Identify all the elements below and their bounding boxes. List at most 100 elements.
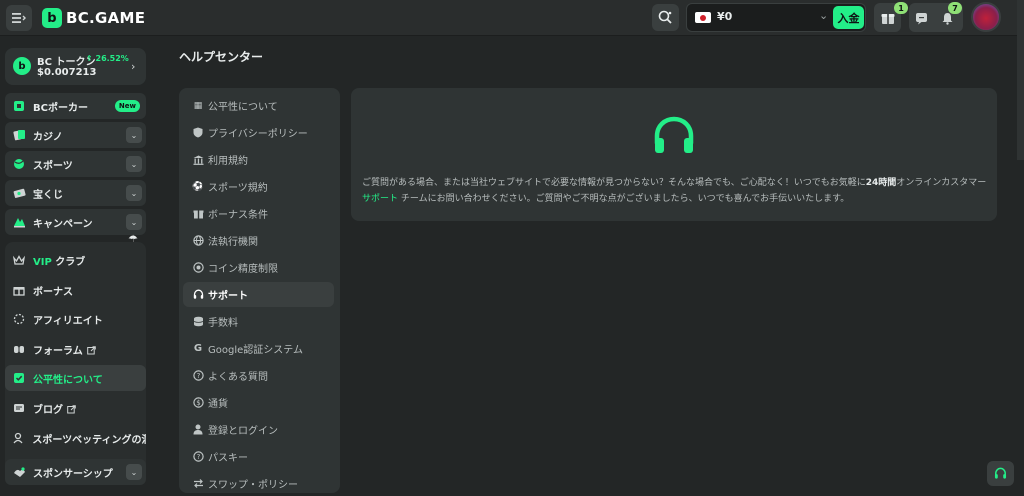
sidebar-item-sports[interactable]: スポーツ ⌄	[5, 151, 146, 177]
svg-text:$: $	[196, 399, 200, 407]
sidebar-item-label: スポーツ	[33, 160, 73, 172]
nav-item-label: Google認証システム	[208, 345, 303, 356]
search-button[interactable]	[652, 4, 679, 31]
sidebar: b BC トークン ⇑ 26.52% $0.007213 › BCポーカー Ne…	[0, 37, 152, 493]
sidebar-item-bonus[interactable]: ボーナス	[5, 277, 146, 303]
sidebar-item-sports-betting-insights[interactable]: スポーツベッティングの洞	[5, 425, 146, 451]
sidebar-item-lottery[interactable]: 宝くじ ⌄	[5, 180, 146, 206]
sidebar-item-vip-club[interactable]: VIP クラブ	[5, 247, 146, 273]
insights-icon	[12, 431, 25, 445]
nav-item-label: プライバシーポリシー	[208, 129, 308, 140]
nav-item-label: コイン精度制限	[208, 264, 278, 275]
fairness-icon	[12, 371, 26, 385]
nav-item-fairness[interactable]: ▦ 公平性について	[183, 93, 334, 118]
campaign-icon	[12, 215, 26, 229]
sidebar-item-bc-poker[interactable]: BCポーカー New	[5, 93, 146, 119]
deposit-button[interactable]: 入金	[833, 6, 864, 29]
nav-item-google-authenticator[interactable]: G Google認証システム	[183, 336, 334, 361]
vip-club-text: クラブ	[51, 256, 86, 268]
sidebar-item-label: カジノ	[33, 131, 63, 143]
support-text-part: チームにお問い合わせください。ご質問やご不明な点がございましたら、いつでも喜んで…	[398, 194, 850, 204]
wallet-selector[interactable]: ¥0 ⌄ 入金	[686, 3, 866, 32]
sidebar-item-forum[interactable]: フォーラム	[5, 336, 146, 362]
shield-icon	[192, 127, 204, 139]
support-text-24h: 24時間	[865, 178, 897, 188]
fairness-icon: ▦	[193, 100, 203, 111]
nav-item-fees[interactable]: 手数料	[183, 309, 334, 334]
nav-item-label: 法執行機関	[208, 237, 258, 248]
coin-icon	[192, 262, 204, 274]
soccer-ball-icon: ⚽	[192, 181, 204, 192]
menu-toggle-button[interactable]	[6, 5, 32, 31]
bc-token-icon: b	[13, 57, 31, 75]
gift-icon	[881, 13, 894, 24]
sidebar-item-campaign[interactable]: キャンペーン ⌄	[5, 209, 146, 235]
nav-item-label: パスキー	[208, 453, 248, 464]
svg-text:?: ?	[196, 372, 200, 380]
sidebar-item-label: スポンサーシップ	[33, 468, 113, 480]
sidebar-item-label: フォーラム	[33, 345, 83, 357]
logo-text: BC.GAME	[66, 9, 146, 27]
affiliate-icon	[12, 312, 26, 326]
nav-item-privacy-policy[interactable]: プライバシーポリシー	[183, 120, 334, 145]
svg-text:?: ?	[196, 453, 200, 461]
chevron-down-icon[interactable]: ⌄	[126, 185, 142, 201]
page-scrollbar[interactable]	[1017, 0, 1024, 160]
sidebar-item-label: BCポーカー	[33, 102, 88, 114]
gift-icon	[192, 208, 204, 220]
nav-item-label: スポーツ規約	[208, 183, 268, 194]
sidebar-item-fairness[interactable]: 公平性について	[5, 365, 146, 391]
bc-token-card[interactable]: b BC トークン ⇑ 26.52% $0.007213 ›	[5, 48, 146, 85]
nav-item-label: 公平性について	[208, 102, 278, 113]
nav-item-law-enforcement[interactable]: 法執行機関	[183, 228, 334, 253]
help-center-nav: ▦ 公平性について プライバシーポリシー 利用規約 ⚽ スポーツ規約 ボーナス条…	[179, 88, 340, 493]
nav-item-sports-terms[interactable]: ⚽ スポーツ規約	[183, 174, 334, 199]
sidebar-item-blog[interactable]: ブログ	[5, 395, 146, 421]
nav-item-support[interactable]: サポート	[183, 282, 334, 307]
nav-item-passkey[interactable]: ? パスキー	[183, 444, 334, 469]
chevron-down-icon[interactable]: ⌄	[126, 464, 142, 480]
bc-game-logo[interactable]: b BC.GAME	[42, 8, 145, 28]
support-description: ご質問がある場合、または当社ウェブサイトで必要な情報が見つからない？そんな場合で…	[362, 175, 987, 207]
nav-item-terms[interactable]: 利用規約	[183, 147, 334, 172]
sponsorship-icon	[12, 465, 26, 479]
chat-button[interactable]	[915, 10, 928, 29]
nav-item-label: サポート	[208, 291, 248, 302]
chevron-down-icon[interactable]: ⌄	[126, 156, 142, 172]
support-text-part: ご質問がある場合、または当社ウェブサイトで必要な情報が見つからない？そんな場合で…	[362, 178, 866, 188]
new-badge: New	[114, 100, 140, 112]
google-icon: G	[193, 343, 203, 354]
external-link-icon	[67, 399, 76, 418]
nav-item-bonus-terms[interactable]: ボーナス条件	[183, 201, 334, 226]
gift-count-badge: 1	[894, 2, 908, 14]
chevron-down-icon[interactable]: ⌄	[819, 9, 828, 22]
user-avatar[interactable]	[971, 2, 1001, 32]
chevron-down-icon[interactable]: ⌄	[126, 127, 142, 143]
sports-ball-icon	[12, 157, 26, 171]
sidebar-item-label: 公平性について	[33, 374, 103, 386]
nav-item-currency[interactable]: $ 通貨	[183, 390, 334, 415]
headset-icon	[192, 289, 204, 301]
japan-flag-icon	[695, 12, 711, 23]
sidebar-item-casino[interactable]: カジノ ⌄	[5, 122, 146, 148]
nav-item-register-login[interactable]: 登録とログイン	[183, 417, 334, 442]
blog-icon	[12, 401, 26, 415]
page-title: ヘルプセンター	[179, 50, 264, 64]
nav-item-faq[interactable]: ? よくある質問	[183, 363, 334, 388]
sidebar-item-label: VIP クラブ	[33, 253, 85, 268]
support-link[interactable]: サポート	[362, 194, 398, 204]
live-support-button[interactable]	[987, 461, 1014, 486]
nav-item-label: スワップ・ポリシー	[208, 480, 298, 491]
chevron-down-icon[interactable]: ⌄	[126, 214, 142, 230]
chat-icon	[916, 13, 927, 25]
nav-item-swap-policy[interactable]: スワップ・ポリシー	[183, 471, 334, 496]
headset-icon	[654, 116, 694, 153]
sidebar-item-sponsorship[interactable]: スポンサーシップ ⌄	[5, 459, 146, 485]
gift-button[interactable]: 1	[874, 2, 908, 32]
nav-item-label: よくある質問	[208, 372, 268, 383]
gift-icon	[12, 283, 26, 297]
poker-icon	[12, 99, 26, 113]
user-icon	[192, 424, 204, 436]
sidebar-item-affiliate[interactable]: アフィリエイト	[5, 306, 146, 332]
nav-item-coin-precision[interactable]: コイン精度制限	[183, 255, 334, 280]
